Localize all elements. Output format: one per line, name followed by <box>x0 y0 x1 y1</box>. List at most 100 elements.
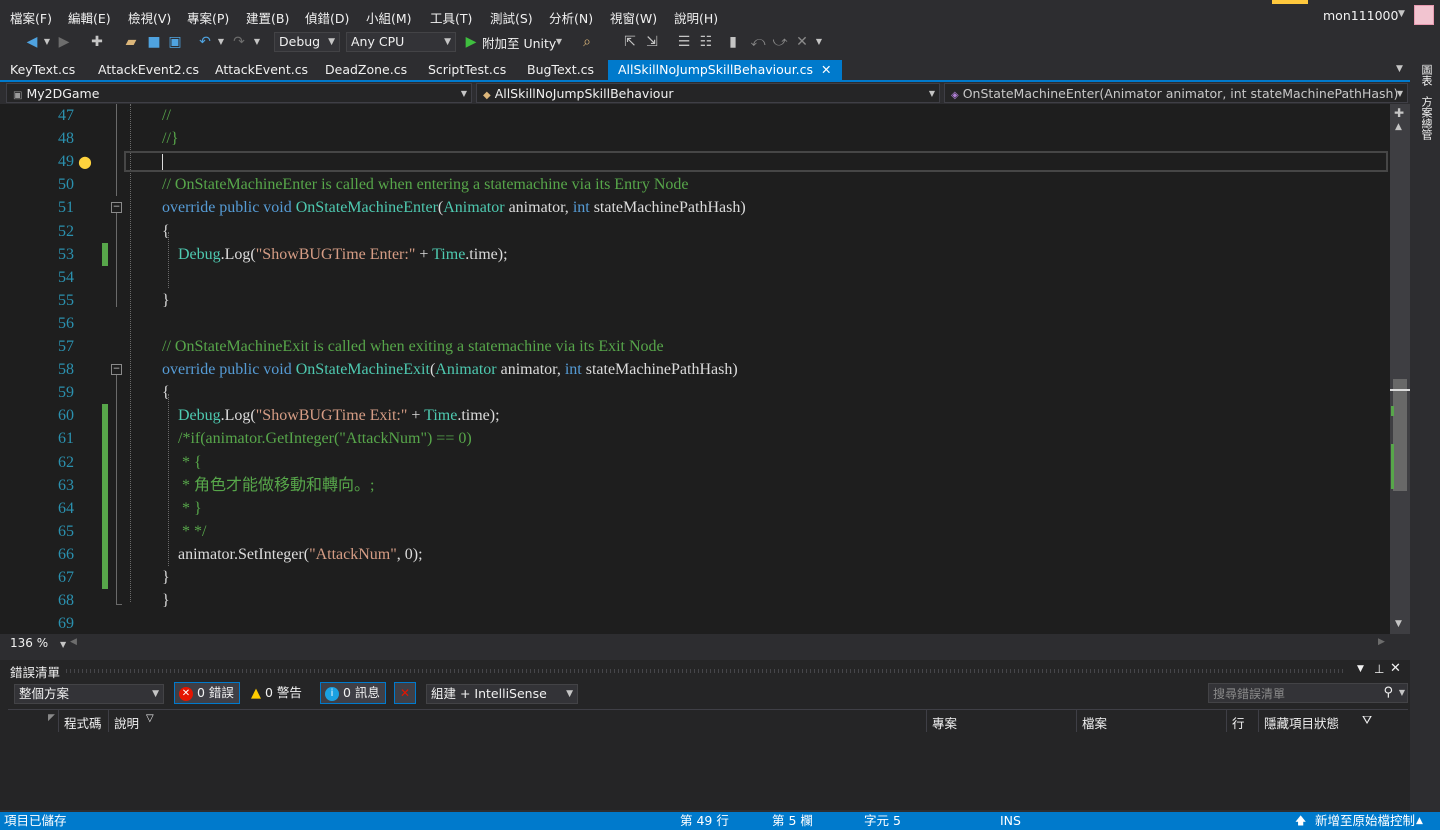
scroll-thumb[interactable] <box>1393 379 1407 491</box>
search-icon[interactable]: ⚲ <box>1383 685 1393 700</box>
pin-icon[interactable]: ⊥ <box>1374 662 1384 676</box>
menu-item[interactable]: 專案(P) <box>187 8 229 27</box>
new-project-icon[interactable]: ✚ <box>88 33 106 51</box>
attach-unity-button[interactable]: 附加至 Unity <box>482 33 556 52</box>
menu-item[interactable]: 建置(B) <box>246 8 289 27</box>
find-in-files-icon[interactable]: ⌕ <box>578 33 596 51</box>
split-window-icon[interactable]: ✚ <box>1394 106 1404 120</box>
collapse-method-toggle[interactable]: − <box>111 364 122 375</box>
code-token: override public void <box>162 361 296 379</box>
scroll-up-icon[interactable]: ▲ <box>1395 122 1402 132</box>
save-all-icon[interactable]: ▣ <box>166 33 184 51</box>
menu-item[interactable]: 編輯(E) <box>68 8 111 27</box>
document-tab[interactable]: AllSkillNoJumpSkillBehaviour.cs ✕ <box>608 60 842 80</box>
project-select[interactable]: ▣ My2DGame ▼ <box>6 83 472 103</box>
menu-item[interactable]: 視窗(W) <box>610 8 657 27</box>
document-tab[interactable]: DeadZone.cs <box>315 60 417 80</box>
zoom-select[interactable]: 136 % ▼ <box>10 636 66 650</box>
forward-icon[interactable]: ▶ <box>56 33 72 51</box>
code-token: Debug <box>178 245 221 263</box>
toolbar-overflow-icon[interactable]: ▼ <box>814 33 824 51</box>
col-description[interactable]: 說明 <box>114 713 139 732</box>
build-filter-select[interactable]: 組建 + IntelliSense ▼ <box>426 684 578 704</box>
hscroll-right-icon[interactable]: ▶ <box>1378 637 1385 647</box>
code-token: Time <box>424 407 458 425</box>
next-bookmark-icon[interactable]: ⤻ <box>772 33 788 51</box>
code-token: , 0); <box>396 545 423 563</box>
col-line[interactable]: 行 <box>1232 713 1245 732</box>
side-tab-diagram[interactable]: 圖表 <box>1418 64 1433 86</box>
undo-dropdown-icon[interactable]: ▼ <box>216 33 226 51</box>
collapse-method-toggle[interactable]: − <box>111 202 122 213</box>
uncomment-icon[interactable]: ☷ <box>698 33 714 51</box>
sort-descending-icon: ▽ <box>146 713 154 724</box>
menu-item[interactable]: 小組(M) <box>366 8 412 27</box>
bookmark-icon[interactable]: ▮ <box>726 33 740 51</box>
menu-item[interactable]: 測試(S) <box>490 8 533 27</box>
step-icon[interactable]: ⇱ <box>622 33 638 51</box>
panel-dropdown-icon[interactable]: ▼ <box>1357 664 1364 674</box>
clear-bookmarks-icon[interactable]: ✕ <box>794 33 810 51</box>
document-tab[interactable]: AttackEvent2.cs <box>88 60 209 80</box>
hscroll-left-icon[interactable]: ◀ <box>70 637 77 647</box>
undo-icon[interactable]: ↶ <box>196 33 214 51</box>
open-file-icon[interactable]: ▰ <box>122 33 140 51</box>
save-icon[interactable]: ■ <box>146 33 162 51</box>
redo-icon[interactable]: ↷ <box>230 33 248 51</box>
member-select[interactable]: ◈ OnStateMachineEnter(Animator animator,… <box>944 83 1408 103</box>
document-tab[interactable]: KeyText.cs <box>0 60 85 80</box>
menu-item[interactable]: 分析(N) <box>549 8 593 27</box>
warnings-filter-button[interactable]: ▲ 0 警告 <box>246 682 312 704</box>
code-token: // OnStateMachineExit is called when exi… <box>162 338 664 355</box>
filter-icon[interactable]: ⛛ <box>1362 713 1372 728</box>
menu-item[interactable]: 工具(T) <box>430 8 472 27</box>
menu-item[interactable]: 說明(H) <box>674 8 718 27</box>
messages-filter-button[interactable]: i 0 訊息 <box>320 682 386 704</box>
user-menu-chevron-icon[interactable]: ▼ <box>1398 9 1405 19</box>
search-error-list-input[interactable]: 搜尋錯誤清單 ⚲ ▼ <box>1208 683 1408 703</box>
code-editor[interactable]: 47 // 48 //} 49 50 // OnStateMachineEnter is c… <box>0 104 1410 634</box>
code-token: Debug <box>178 407 221 425</box>
platform-select[interactable]: Any CPU ▼ <box>346 32 456 52</box>
tab-overflow-icon[interactable]: ▼ <box>1396 64 1403 74</box>
code-text: } <box>162 566 170 589</box>
class-select[interactable]: ◆ AllSkillNoJumpSkillBehaviour ▼ <box>476 83 940 103</box>
play-icon[interactable]: ▶ <box>464 33 478 51</box>
document-tab[interactable]: ScriptTest.cs <box>418 60 516 80</box>
chevron-down-icon[interactable]: ▼ <box>1399 688 1405 697</box>
menu-item[interactable]: 檢視(V) <box>128 8 171 27</box>
attach-dropdown-icon[interactable]: ▼ <box>554 33 564 51</box>
menu-item[interactable]: 偵錯(D) <box>305 8 349 27</box>
code-line: 66 animator.SetInteger("AttackNum", 0); <box>0 543 1390 566</box>
close-tab-icon[interactable]: ✕ <box>817 62 831 77</box>
back-dropdown-icon[interactable]: ▼ <box>42 33 52 51</box>
errors-filter-button[interactable]: ✕ 0 錯誤 <box>174 682 240 704</box>
document-tab[interactable]: BugText.cs <box>517 60 604 80</box>
col-project[interactable]: 專案 <box>932 713 957 732</box>
editor-vertical-scrollbar[interactable]: ✚ ▲ ▼ <box>1390 104 1410 634</box>
indent-guide <box>168 394 169 566</box>
comment-icon[interactable]: ☰ <box>676 33 692 51</box>
prev-bookmark-icon[interactable]: ⤺ <box>750 33 766 51</box>
close-panel-icon[interactable]: ✕ <box>1390 661 1401 676</box>
solution-config-select[interactable]: Debug ▼ <box>274 32 340 52</box>
back-icon[interactable]: ◀ <box>24 33 40 51</box>
col-file[interactable]: 檔案 <box>1082 713 1107 732</box>
document-tab[interactable]: AttackEvent.cs <box>205 60 318 80</box>
avatar[interactable] <box>1414 5 1434 25</box>
col-suppression-state[interactable]: 隱藏項目狀態 <box>1264 713 1339 732</box>
user-name[interactable]: mon111000 <box>1323 8 1398 23</box>
redo-dropdown-icon[interactable]: ▼ <box>252 33 262 51</box>
add-to-source-control-button[interactable]: 新增至原始檔控制 <box>1315 812 1415 830</box>
chevron-up-icon[interactable]: ▲ <box>1416 812 1423 830</box>
clear-filter-button[interactable]: ✕ <box>394 682 416 704</box>
change-marker <box>102 243 108 266</box>
scroll-down-icon[interactable]: ▼ <box>1395 619 1402 629</box>
col-code[interactable]: 程式碼 <box>64 713 102 732</box>
menu-item[interactable]: 檔案(F) <box>10 8 52 27</box>
step-over-icon[interactable]: ⇲ <box>644 33 660 51</box>
error-scope-select[interactable]: 整個方案 ▼ <box>14 684 164 704</box>
lightbulb-icon[interactable]: ● <box>78 152 96 172</box>
side-tab-solution-explorer[interactable]: 方案總管 <box>1418 96 1433 140</box>
status-bar: 項目已儲存 第 49 行 第 5 欄 字元 5 INS 🡅 新增至原始檔控制 ▲ <box>0 812 1440 830</box>
